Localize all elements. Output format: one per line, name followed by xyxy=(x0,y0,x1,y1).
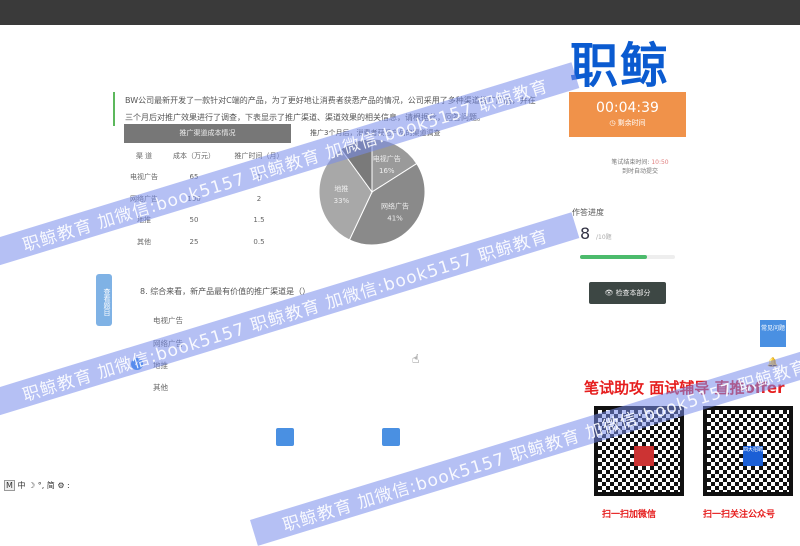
question-stem: BW公司最新开发了一款针对C端的产品，为了更好地让消费者获悉产品的情况，公司采用… xyxy=(113,92,543,126)
hand-cursor-icon: ☝ xyxy=(412,352,420,366)
brand-logo: 职鲸 xyxy=(570,38,671,94)
check-section-label: 检查本部分 xyxy=(615,289,651,297)
pie-chart: 电视广告 16% 网络广告 41% 地推 33% xyxy=(318,138,426,246)
next-button[interactable] xyxy=(382,428,400,446)
progress-total: /10题 xyxy=(596,234,612,241)
table-title: 推广渠道成本情况 xyxy=(124,124,291,143)
table-row: 其他 25 0.5 xyxy=(124,231,294,253)
end-time: 10:50 xyxy=(651,159,669,166)
question-prompt-text: 综合来看，新产品最有价值的推广渠道是（） xyxy=(150,287,311,296)
browser-top-bar xyxy=(0,0,800,25)
table-header: 成本（万元） xyxy=(173,151,215,160)
question-number: 8. xyxy=(140,287,148,296)
ime-toolbar: M 中 ☽ °, 简 ⚙ : xyxy=(4,480,70,491)
pie-label: 网络广告 xyxy=(381,201,409,210)
progress-label: 作答进度 xyxy=(572,208,604,217)
faq-button[interactable]: 常见问题 xyxy=(760,320,786,347)
view-question-tab[interactable]: 查看题目 xyxy=(96,274,112,326)
pie-label: 41% xyxy=(387,214,403,222)
pie-label: 电视广告 xyxy=(373,154,401,163)
option-tv-ad[interactable]: 电视广告 xyxy=(153,315,183,326)
end-label: 笔试结束时间: xyxy=(611,159,650,166)
qr2-caption: 扫一扫关注公众号 xyxy=(703,510,776,520)
cell: 65 xyxy=(189,173,199,182)
cell: 其他 xyxy=(137,237,151,246)
cell: 电视广告 xyxy=(130,173,158,182)
bell-icon[interactable]: 🔔 xyxy=(767,358,778,368)
wechat-qr-code xyxy=(594,406,684,496)
option-other[interactable]: 其他 xyxy=(153,382,168,393)
cell: 0.5 xyxy=(253,237,265,246)
cell: 50 xyxy=(189,216,199,225)
pie-label: 33% xyxy=(334,197,350,205)
pie-label: 地推 xyxy=(334,184,348,193)
cell: 地推 xyxy=(137,216,151,225)
checked-icon[interactable]: ✓ xyxy=(131,358,143,370)
timer-label-wrap: ◷ 剩余时间 xyxy=(569,118,686,128)
table-header: 渠 道 xyxy=(135,151,153,160)
table-header: 推广时间（月） xyxy=(234,151,284,160)
cell: 1 xyxy=(256,173,262,182)
promo-headline: 笔试助攻 面试辅导 直推offer xyxy=(584,379,785,397)
qr-logo xyxy=(634,446,654,466)
auto-submit-note: 到时自动提交 xyxy=(621,168,658,175)
ime-badge: M xyxy=(4,480,15,491)
ime-items[interactable]: 中 ☽ °, 简 ⚙ : xyxy=(17,481,69,490)
progress-bar xyxy=(580,255,675,259)
pie-title: 推广3个月后，消费者获悉产品的渠道调查 xyxy=(310,129,441,137)
question-prompt: 8. 综合来看，新产品最有价值的推广渠道是（） xyxy=(140,286,310,297)
account-qr-code: 四大招聘 xyxy=(703,406,793,496)
end-time-info: 笔试结束时间: 10:50 到时自动提交 xyxy=(585,158,695,176)
prev-button[interactable] xyxy=(276,428,294,446)
table-row: 电视广告 65 1 xyxy=(124,167,294,189)
timer-label: 剩余时间 xyxy=(617,119,646,127)
cell: 100 xyxy=(187,194,201,203)
cell: 2 xyxy=(256,194,262,203)
option-ground-promo[interactable]: 地推 xyxy=(153,360,168,371)
countdown-timer: 00:04:39 ◷ 剩余时间 xyxy=(569,92,686,137)
cell: 网络广告 xyxy=(130,194,158,203)
table-row: 网络广告 100 2 xyxy=(124,188,294,210)
table-row: 地推 50 1.5 xyxy=(124,210,294,232)
qr1-caption: 扫一扫加微信 xyxy=(602,510,657,520)
clock-icon: ◷ xyxy=(609,119,616,127)
progress-fill xyxy=(580,255,647,259)
eye-icon: 👁 xyxy=(604,289,614,297)
pie-label: 16% xyxy=(379,167,395,175)
check-section-button[interactable]: 👁 检查本部分 xyxy=(589,282,666,304)
cost-table: 渠 道 成本（万元） 推广时间（月） 电视广告 65 1 网络广告 100 2 地推 50… xyxy=(124,145,294,253)
table-header-row: 渠 道 成本（万元） 推广时间（月） xyxy=(124,145,294,167)
option-online-ad[interactable]: 网络广告 xyxy=(153,338,183,349)
progress-current: 8 xyxy=(580,224,591,243)
qr-badge: 四大招聘 xyxy=(743,446,763,466)
timer-value: 00:04:39 xyxy=(596,100,659,116)
cell: 25 xyxy=(189,237,199,246)
cell: 1.5 xyxy=(253,216,265,225)
